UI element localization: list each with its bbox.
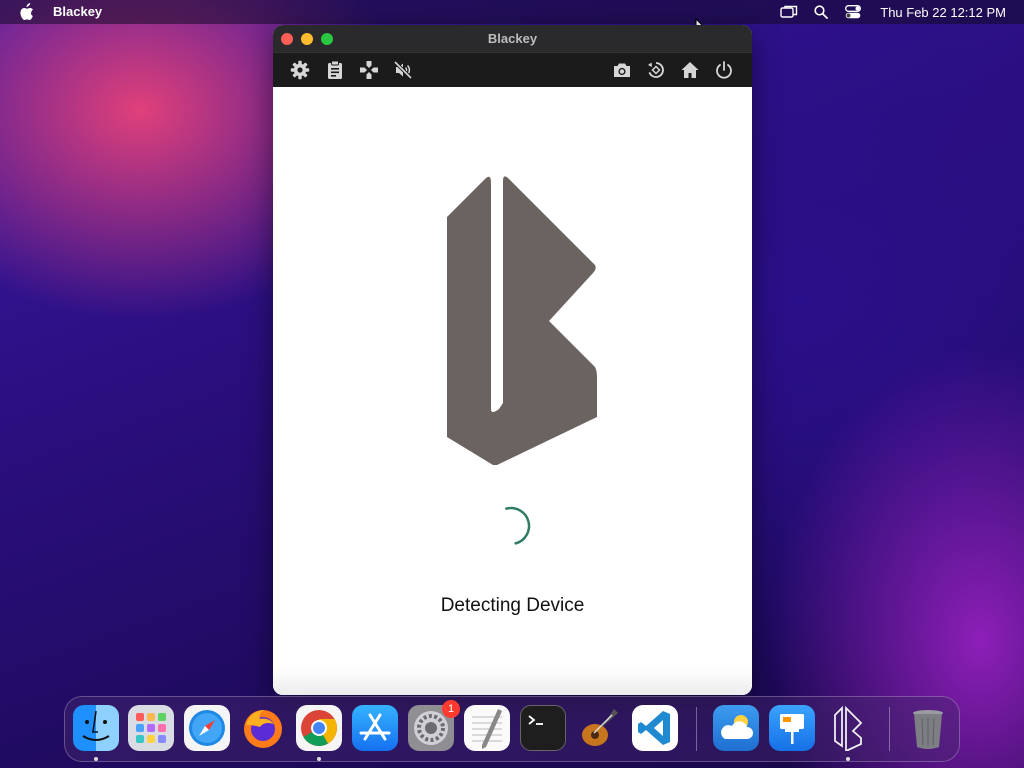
apple-logo-icon[interactable]	[18, 3, 34, 21]
window-bottom-edge	[273, 666, 752, 695]
app-store-icon[interactable]	[352, 705, 398, 751]
screenshot-button[interactable]	[611, 60, 633, 80]
menu-app-name[interactable]: Blackey	[53, 4, 102, 19]
chrome-running-dot	[317, 757, 321, 761]
settings-badge: 1	[442, 700, 460, 718]
rotate-button[interactable]	[645, 60, 667, 80]
window-title: Blackey	[487, 31, 538, 46]
power-icon	[716, 61, 732, 79]
finder-icon[interactable]	[73, 705, 119, 751]
gear-icon	[290, 60, 310, 80]
firefox-icon[interactable]	[240, 705, 286, 751]
home-icon	[681, 62, 699, 78]
menu-clock[interactable]: Thu Feb 22 12:12 PM	[880, 5, 1006, 20]
main-content: Detecting Device	[273, 87, 752, 695]
gamepad-icon	[360, 61, 378, 79]
clipboard-button[interactable]	[324, 60, 346, 80]
screen-mirroring-icon[interactable]	[780, 3, 798, 21]
maximize-button[interactable]	[321, 33, 333, 45]
loading-spinner	[505, 506, 531, 545]
safari-icon[interactable]	[184, 705, 230, 751]
home-button[interactable]	[679, 60, 701, 80]
textedit-icon[interactable]	[464, 705, 510, 751]
keynote-icon[interactable]	[769, 705, 815, 751]
camera-icon	[614, 63, 630, 77]
finder-running-dot	[94, 757, 98, 761]
chrome-icon[interactable]	[296, 705, 342, 751]
menu-bar: Blackey Thu Feb 22 12:12 PM	[0, 0, 1024, 24]
speaker-muted-icon	[393, 60, 413, 80]
gamepad-button[interactable]	[358, 60, 380, 80]
status-text: Detecting Device	[440, 595, 585, 616]
blackey-window: Blackey Detecting Device	[273, 25, 752, 695]
minimize-button[interactable]	[301, 33, 313, 45]
weather-icon[interactable]	[713, 705, 759, 751]
rotate-icon	[648, 62, 664, 78]
blackey-logo	[447, 176, 597, 465]
mute-button[interactable]	[392, 60, 414, 80]
system-settings-icon[interactable]: 1	[408, 700, 460, 751]
blackey-icon[interactable]	[825, 705, 871, 753]
trash-icon[interactable]	[905, 705, 951, 751]
toolbar	[273, 52, 752, 87]
blackey-running-dot	[846, 757, 850, 761]
terminal-icon[interactable]	[520, 705, 566, 751]
dock: 1	[64, 696, 960, 762]
spotlight-search-icon[interactable]	[812, 3, 830, 21]
close-button[interactable]	[281, 33, 293, 45]
clipboard-icon	[328, 60, 342, 79]
settings-button[interactable]	[289, 60, 311, 80]
garageband-icon[interactable]	[576, 705, 622, 751]
launchpad-icon[interactable]	[128, 705, 174, 751]
dock-separator	[696, 707, 697, 751]
dock-separator-trash	[889, 707, 890, 751]
control-center-icon[interactable]	[844, 3, 862, 21]
vscode-icon[interactable]	[632, 705, 678, 751]
window-controls	[281, 33, 333, 45]
title-bar[interactable]: Blackey	[273, 25, 752, 52]
power-button[interactable]	[713, 60, 735, 80]
